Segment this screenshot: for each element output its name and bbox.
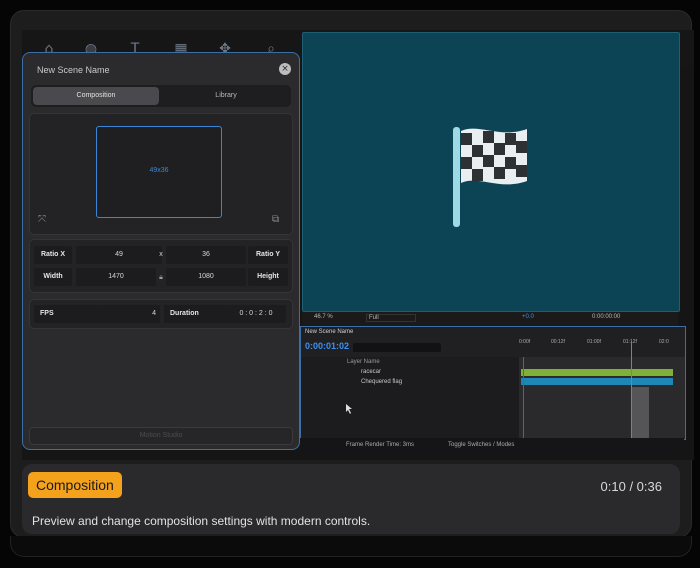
timeline-track-area[interactable] bbox=[519, 341, 685, 439]
duration-label: Duration bbox=[164, 305, 226, 323]
layer-panel: Layer Name racecar Chequered flag bbox=[301, 357, 519, 439]
lock-icon[interactable]: 🔒︎ bbox=[156, 268, 166, 286]
timeline-status-bar: Frame Render Time: 3ms Toggle Switches /… bbox=[300, 438, 684, 454]
ruler-tick: 01:00f bbox=[587, 339, 601, 345]
caption-overlay: Composition 0:10 / 0:36 Preview and chan… bbox=[22, 464, 680, 534]
ruler-tick: 02:0 bbox=[659, 339, 669, 345]
fit-icon[interactable]: ⤧ bbox=[38, 214, 50, 226]
ruler-tick: 0:00f bbox=[519, 339, 531, 345]
width-input[interactable]: 1470 bbox=[76, 268, 156, 286]
ratio-x-label: Ratio X bbox=[34, 246, 72, 264]
motion-studio-button[interactable]: Motion Studio bbox=[29, 427, 293, 445]
quality-select[interactable]: Full bbox=[366, 314, 416, 322]
fps-input[interactable]: 4 bbox=[100, 305, 160, 323]
ratio-y-label: Ratio Y bbox=[248, 246, 288, 264]
dialog-tabs: Composition Library bbox=[31, 85, 291, 107]
fps-duration-row: FPS 4 Duration 0 : 0 : 2 : 0 bbox=[29, 299, 293, 329]
timeline-panel: New Scene Name 0:00:01:02 0:00f 00:12f 0… bbox=[300, 326, 686, 440]
ruler-tick: 01:12f bbox=[623, 339, 637, 345]
timeline-ruler[interactable]: 0:00f 00:12f 01:00f 01:12f 02:0 bbox=[519, 339, 685, 355]
new-scene-dialog: New Scene Name × Composition Library 49x… bbox=[22, 52, 300, 450]
canvas-size-label: 49x36 bbox=[149, 167, 169, 174]
app-frame-bottom bbox=[10, 536, 692, 557]
composition-viewer[interactable] bbox=[302, 32, 680, 312]
toggle-switches[interactable]: Toggle Switches / Modes bbox=[448, 442, 514, 448]
ruler-tick: 00:12f bbox=[551, 339, 565, 345]
tab-composition[interactable]: Composition bbox=[33, 87, 159, 105]
track-bar-flag[interactable] bbox=[521, 378, 673, 385]
viewer-controls: 46.7 % Full +0.0 0:00:00:00 bbox=[302, 312, 678, 326]
track-bar-racecar[interactable] bbox=[521, 369, 673, 376]
height-label: Height bbox=[248, 268, 288, 286]
height-input[interactable]: 1080 bbox=[166, 268, 246, 286]
dialog-title: New Scene Name bbox=[37, 65, 110, 75]
exposure-value[interactable]: +0.0 bbox=[522, 314, 534, 320]
timeline-search-input[interactable] bbox=[353, 343, 441, 352]
width-label: Width bbox=[34, 268, 72, 286]
timecode[interactable]: 0:00:01:02 bbox=[305, 341, 349, 351]
mouse-cursor-icon bbox=[346, 404, 352, 414]
zoom-select[interactable]: 46.7 % bbox=[314, 314, 333, 320]
viewer-time[interactable]: 0:00:00:00 bbox=[592, 314, 620, 320]
composition-preview: 49x36 ⤧ ⧉ bbox=[29, 113, 293, 235]
ratio-y-input[interactable]: 36 bbox=[166, 246, 246, 264]
render-time: Frame Render Time: 3ms bbox=[346, 442, 415, 448]
dimension-fields: Ratio X 49 x 36 Ratio Y Width 1470 🔒︎ 10… bbox=[29, 239, 293, 293]
canvas-frame[interactable]: 49x36 bbox=[96, 126, 222, 218]
timeline-tab[interactable]: New Scene Name bbox=[305, 329, 353, 335]
checkered-flag-icon bbox=[453, 127, 527, 227]
current-time-indicator[interactable] bbox=[631, 341, 632, 439]
tab-library[interactable]: Library bbox=[163, 87, 289, 105]
duration-input[interactable]: 0 : 0 : 2 : 0 bbox=[226, 305, 286, 323]
close-icon[interactable]: × bbox=[279, 63, 291, 75]
work-area[interactable] bbox=[631, 387, 649, 439]
ratio-x-input[interactable]: 49 bbox=[76, 246, 162, 264]
fps-label: FPS bbox=[34, 305, 100, 323]
section-badge: Composition bbox=[28, 472, 122, 498]
caption-description: Preview and change composition settings … bbox=[32, 514, 371, 528]
playhead-marker[interactable] bbox=[523, 357, 524, 439]
playback-time: 0:10 / 0:36 bbox=[600, 479, 662, 494]
export-icon[interactable]: ⧉ bbox=[272, 214, 284, 226]
editor-screen: ⌂ ◍ T ▦ ✥ ⌕ New Scene Name × Composition… bbox=[22, 30, 694, 460]
ratio-sep: x bbox=[159, 251, 163, 258]
